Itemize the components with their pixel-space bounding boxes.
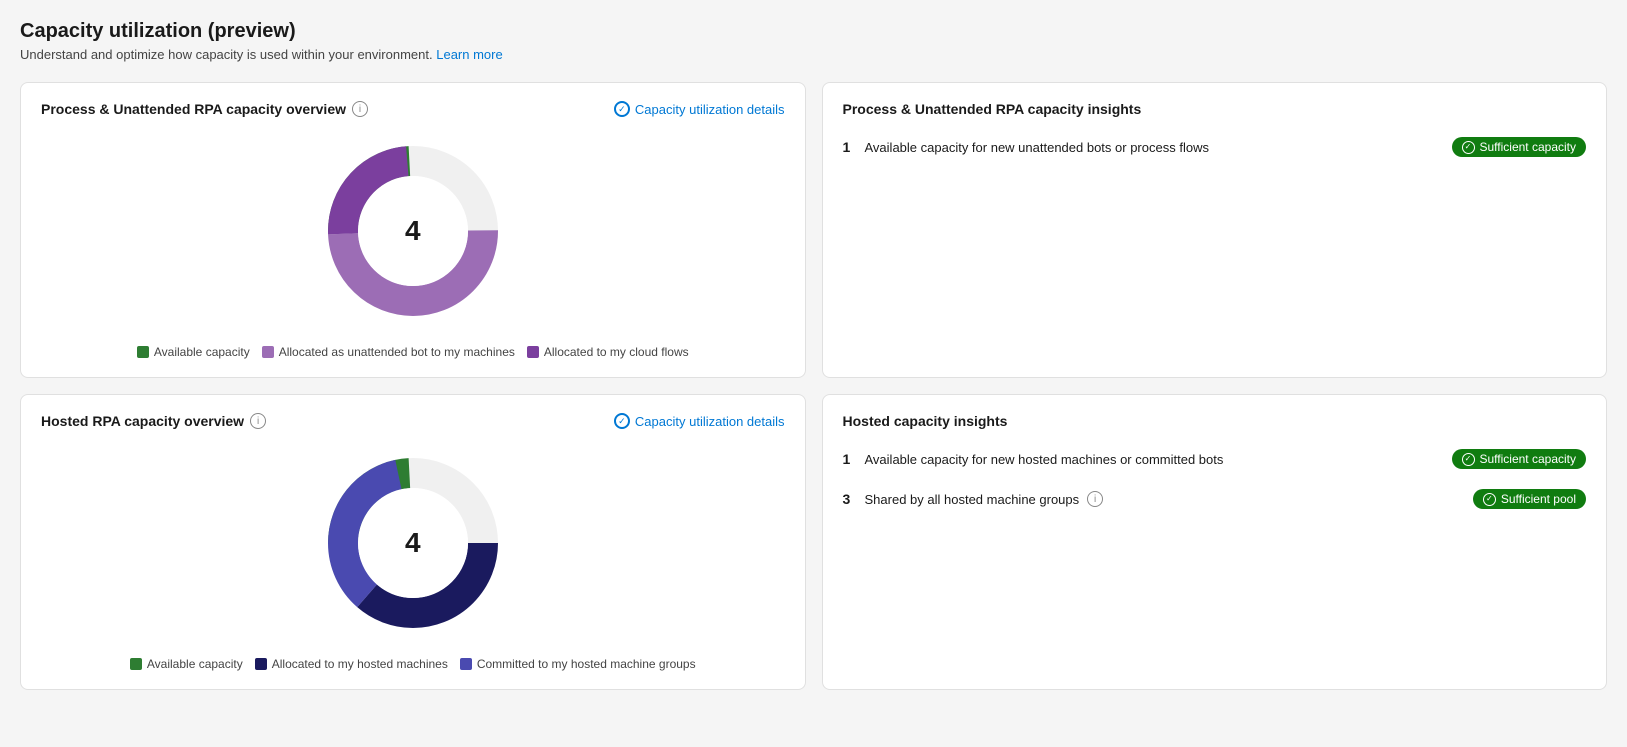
hosted-legend-dot-committed xyxy=(460,658,472,670)
hosted-insights-header: Hosted capacity insights xyxy=(843,413,1587,429)
page-subtitle: Understand and optimize how capacity is … xyxy=(20,47,1607,62)
hosted-legend-dot-machines xyxy=(255,658,267,670)
hosted-insight-info-icon[interactable]: i xyxy=(1087,491,1103,507)
hosted-insight-left-2: 3 Shared by all hosted machine groups i xyxy=(843,491,1104,507)
hosted-overview-details-link[interactable]: Capacity utilization details xyxy=(614,413,785,429)
process-insights-header: Process & Unattended RPA capacity insigh… xyxy=(843,101,1587,117)
hosted-legend-item-available: Available capacity xyxy=(130,657,243,671)
hosted-legend-item-committed: Committed to my hosted machine groups xyxy=(460,657,696,671)
legend-item-cloud: Allocated to my cloud flows xyxy=(527,345,689,359)
process-overview-card: Process & Unattended RPA capacity overvi… xyxy=(20,82,806,378)
hosted-overview-title-group: Hosted RPA capacity overview i xyxy=(41,413,266,429)
process-overview-header: Process & Unattended RPA capacity overvi… xyxy=(41,101,785,117)
process-insights-list: 1 Available capacity for new unattended … xyxy=(843,131,1587,157)
hosted-legend-dot-available xyxy=(130,658,142,670)
hosted-overview-title: Hosted RPA capacity overview xyxy=(41,413,244,429)
hosted-overview-header: Hosted RPA capacity overview i Capacity … xyxy=(41,413,785,429)
hosted-legend-item-machines: Allocated to my hosted machines xyxy=(255,657,448,671)
process-donut-container: 4 xyxy=(41,131,785,331)
process-legend: Available capacity Allocated as unattend… xyxy=(41,345,785,359)
details-check-icon xyxy=(614,101,630,117)
page-header: Capacity utilization (preview) Understan… xyxy=(20,20,1607,62)
hosted-insights-card: Hosted capacity insights 1 Available cap… xyxy=(822,394,1608,690)
process-overview-info-icon[interactable]: i xyxy=(352,101,368,117)
legend-dot-available xyxy=(137,346,149,358)
process-donut-wrapper: 4 xyxy=(313,131,513,331)
hosted-insight-item-1: 1 Available capacity for new hosted mach… xyxy=(843,449,1587,469)
page-title: Capacity utilization (preview) xyxy=(20,20,1607,43)
process-overview-title-group: Process & Unattended RPA capacity overvi… xyxy=(41,101,368,117)
learn-more-link[interactable]: Learn more xyxy=(436,47,502,62)
badge-check-icon-2 xyxy=(1462,453,1475,466)
process-insight-left-1: 1 Available capacity for new unattended … xyxy=(843,139,1209,155)
hosted-insights-title: Hosted capacity insights xyxy=(843,413,1008,429)
legend-item-unattended: Allocated as unattended bot to my machin… xyxy=(262,345,515,359)
hosted-insight-item-2: 3 Shared by all hosted machine groups i … xyxy=(843,489,1587,509)
hosted-details-check-icon xyxy=(614,413,630,429)
badge-check-icon-1 xyxy=(1462,141,1475,154)
hosted-legend: Available capacity Allocated to my hoste… xyxy=(41,657,785,671)
process-donut-label: 4 xyxy=(405,215,421,247)
hosted-sufficient-pool-badge: Sufficient pool xyxy=(1473,489,1586,509)
hosted-insights-list: 1 Available capacity for new hosted mach… xyxy=(843,443,1587,509)
legend-dot-cloud xyxy=(527,346,539,358)
process-overview-details-link[interactable]: Capacity utilization details xyxy=(614,101,785,117)
process-insights-title: Process & Unattended RPA capacity insigh… xyxy=(843,101,1142,117)
hosted-donut-wrapper: 4 xyxy=(313,443,513,643)
main-grid: Process & Unattended RPA capacity overvi… xyxy=(20,82,1607,690)
process-overview-title: Process & Unattended RPA capacity overvi… xyxy=(41,101,346,117)
badge-check-icon-3 xyxy=(1483,493,1496,506)
process-sufficient-capacity-badge: Sufficient capacity xyxy=(1452,137,1587,157)
hosted-insight-left-1: 1 Available capacity for new hosted mach… xyxy=(843,451,1224,467)
legend-dot-unattended xyxy=(262,346,274,358)
hosted-overview-info-icon[interactable]: i xyxy=(250,413,266,429)
process-insights-card: Process & Unattended RPA capacity insigh… xyxy=(822,82,1608,378)
hosted-overview-card: Hosted RPA capacity overview i Capacity … xyxy=(20,394,806,690)
hosted-donut-label: 4 xyxy=(405,527,421,559)
hosted-donut-container: 4 xyxy=(41,443,785,643)
legend-item-available: Available capacity xyxy=(137,345,250,359)
hosted-sufficient-capacity-badge: Sufficient capacity xyxy=(1452,449,1587,469)
process-insight-item-1: 1 Available capacity for new unattended … xyxy=(843,137,1587,157)
